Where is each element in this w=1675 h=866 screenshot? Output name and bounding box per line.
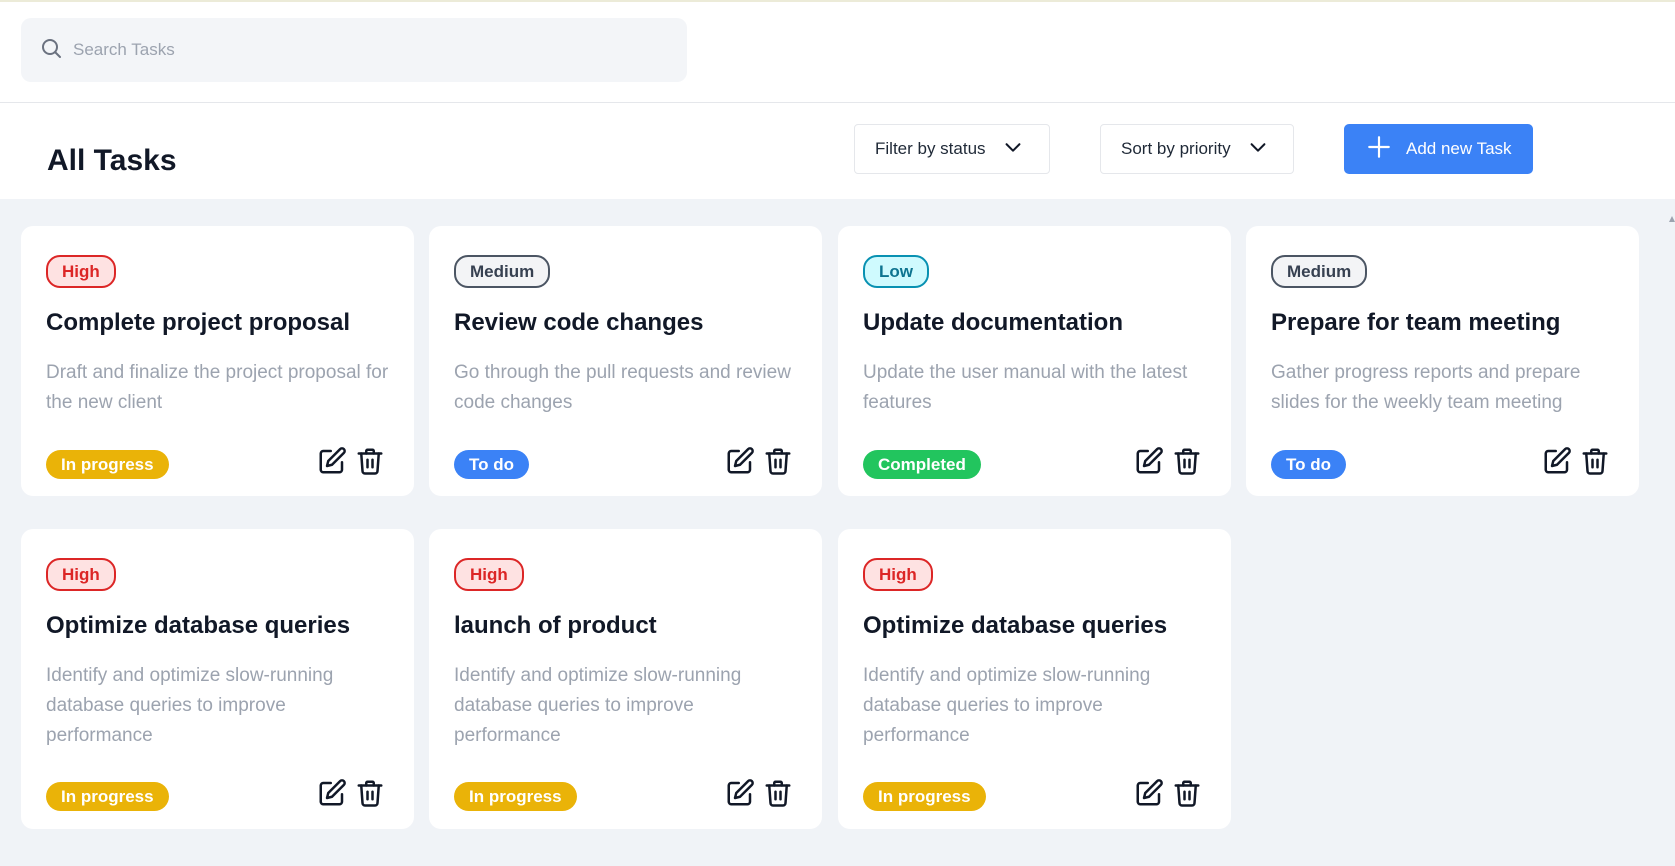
filter-status-label: Filter by status [875,139,986,158]
priority-badge: High [863,558,933,591]
task-title: Update documentation [863,309,1124,336]
search-box[interactable] [21,18,687,82]
task-card[interactable]: High Complete project proposal Draft and f… [21,226,414,496]
trash-icon[interactable] [355,446,385,476]
chevron-down-icon [986,136,1024,163]
top-bar [0,2,1675,103]
priority-badge: Medium [454,255,551,288]
edit-icon[interactable] [1134,778,1164,808]
add-task-label: Add new Task [1406,139,1512,158]
task-card[interactable]: Low Update documentation Update the user m… [838,226,1231,496]
task-title: Review code changes [454,309,704,336]
trash-icon[interactable] [1172,446,1202,476]
priority-badge: High [46,255,116,288]
add-task-button[interactable]: Add new Task [1344,124,1533,174]
edit-icon[interactable] [1542,446,1572,476]
status-badge: In progress [454,782,577,811]
edit-icon[interactable] [725,446,755,476]
filter-status-dropdown[interactable]: Filter by status [854,124,1050,174]
priority-badge: High [454,558,524,591]
status-badge: In progress [46,782,169,811]
task-title: Optimize database queries [863,612,1168,639]
edit-icon[interactable] [725,778,755,808]
search-icon [39,36,63,65]
task-description: Update the user manual with the latest f… [863,362,1188,413]
priority-badge: Medium [1271,255,1368,288]
task-card[interactable]: Medium Review code changes Go through the … [429,226,822,496]
priority-badge: Low [863,255,929,288]
sort-priority-dropdown[interactable]: Sort by priority [1100,124,1294,174]
page-title: All Tasks [47,144,177,177]
edit-icon[interactable] [1134,446,1164,476]
task-card[interactable]: High launch of product Identify and optimi… [429,529,822,829]
edit-icon[interactable] [317,446,347,476]
task-description: Go through the pull requests and review … [454,362,791,413]
status-badge: Completed [863,450,981,479]
trash-icon[interactable] [1580,446,1610,476]
task-description: Identify and optimize slow-running datab… [46,665,334,746]
status-badge: In progress [46,450,169,479]
trash-icon[interactable] [763,446,793,476]
task-description: Identify and optimize slow-running datab… [863,665,1151,746]
status-badge: In progress [863,782,986,811]
task-title: Complete project proposal [46,309,351,336]
priority-badge: High [46,558,116,591]
trash-icon[interactable] [355,778,385,808]
status-badge: To do [1271,450,1346,479]
trash-icon[interactable] [1172,778,1202,808]
edit-icon[interactable] [317,778,347,808]
page-header: All Tasks Filter by status Sort by prior… [0,104,1675,199]
task-description: Identify and optimize slow-running datab… [454,665,742,746]
task-description: Gather progress reports and prepare slid… [1271,362,1581,413]
scroll-up-arrow[interactable] [1669,209,1675,222]
task-card[interactable]: Medium Prepare for team meeting Gather pro… [1246,226,1639,496]
plus-icon [1366,134,1406,165]
sort-priority-label: Sort by priority [1121,139,1231,158]
task-description: Draft and finalize the project proposal … [46,362,389,413]
task-title: launch of product [454,612,657,639]
trash-icon[interactable] [763,778,793,808]
chevron-down-icon [1231,136,1269,163]
task-card[interactable]: High Optimize database queries Identify an… [838,529,1231,829]
search-input[interactable] [73,40,633,60]
task-title: Optimize database queries [46,612,351,639]
status-badge: To do [454,450,529,479]
task-grid[interactable]: High Complete project proposal Draft and f… [0,199,1675,866]
task-card[interactable]: High Optimize database queries Identify an… [21,529,414,829]
task-title: Prepare for team meeting [1271,309,1561,336]
